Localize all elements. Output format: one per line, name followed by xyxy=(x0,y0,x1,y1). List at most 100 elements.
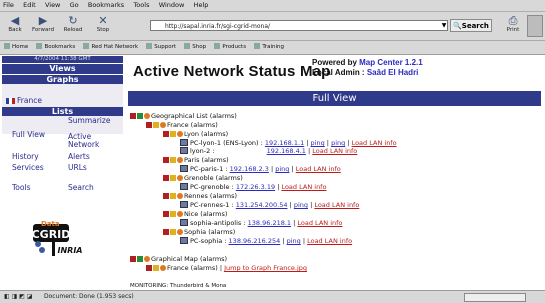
sidebar-item-active-network[interactable]: Active Network xyxy=(68,133,120,149)
menu-window[interactable]: Window xyxy=(159,0,185,11)
load-lan-info-link[interactable]: Load LAN info xyxy=(314,201,359,209)
load-lan-info-link[interactable]: Load LAN info xyxy=(297,219,342,227)
load-lan-info-link[interactable]: Load LAN info xyxy=(296,165,341,173)
host-ip-link[interactable]: 192.168.4.1 xyxy=(267,147,306,155)
forward-button[interactable]: ▶ Forward xyxy=(30,14,56,38)
back-button[interactable]: ◀ Back xyxy=(2,14,28,38)
section-header: Full View xyxy=(128,91,541,106)
computer-icon xyxy=(180,165,188,172)
sidebar-item-urls[interactable]: URLs xyxy=(68,163,87,172)
status-text: Document: Done (1.953 secs) xyxy=(44,293,134,300)
tree-node-sophia: Sophia (alarms) xyxy=(163,228,235,236)
tree-graphical-map: Graphical Map (alarms) xyxy=(130,255,227,263)
graphs-header[interactable]: Graphs xyxy=(2,75,123,84)
alarm-yellow-icon xyxy=(170,211,176,217)
france-flag-icon xyxy=(6,98,15,104)
forward-label: Forward xyxy=(31,27,55,33)
computer-icon xyxy=(180,183,188,190)
print-button[interactable]: ⎙ Print xyxy=(500,14,526,38)
load-lan-info-link[interactable]: Load LAN info xyxy=(281,183,326,191)
url-dropdown-icon[interactable]: ▼ xyxy=(441,21,447,30)
stop-button[interactable]: ✕ Stop xyxy=(90,14,116,38)
stop-icon: ✕ xyxy=(98,14,108,27)
bookmark-redhat[interactable]: Red Hat Network xyxy=(83,41,138,54)
globe-icon xyxy=(144,113,150,119)
sidebar-item-full-view[interactable]: Full View xyxy=(12,130,45,139)
alarm-red-icon xyxy=(146,265,152,271)
map-center-link[interactable]: Map Center 1.2.1 xyxy=(359,58,423,67)
tree-root: Geographical List (alarms) xyxy=(130,112,237,120)
tree-france-map: France (alarms) | Jump to Graph France.j… xyxy=(146,264,307,272)
globe-icon xyxy=(177,193,183,199)
host-ip-link[interactable]: 192.168.1.1 xyxy=(265,139,304,147)
menu-bookmarks[interactable]: Bookmarks xyxy=(88,0,124,11)
globe-icon xyxy=(160,122,166,128)
sidebar-item-tools[interactable]: Tools xyxy=(12,183,30,192)
local-admin: Local Admin : Saâd El Hadri xyxy=(312,68,418,77)
jump-to-graph-link[interactable]: Jump to Graph France.jpg xyxy=(224,264,307,272)
search-button[interactable]: 🔍Search xyxy=(450,19,492,32)
tree-node-grenoble: Grenoble (alarms) xyxy=(163,174,243,182)
bookmark-support[interactable]: Support xyxy=(146,41,176,54)
bookmark-products[interactable]: Products xyxy=(214,41,246,54)
stop-label: Stop xyxy=(96,27,110,33)
ping-link[interactable]: ping xyxy=(275,165,289,173)
tree-host-lyon-2: lyon-2 : 192.168.4.1 | Load LAN info xyxy=(180,147,357,155)
globe-icon xyxy=(177,175,183,181)
bookmark-bookmarks[interactable]: Bookmarks xyxy=(36,41,75,54)
search-label: Search xyxy=(461,22,489,30)
computer-icon xyxy=(180,237,188,244)
bookmark-home[interactable]: Home xyxy=(4,41,28,54)
sidebar-item-france[interactable]: France xyxy=(17,96,42,105)
menu-file[interactable]: File xyxy=(3,0,14,11)
ping-link[interactable]: ping xyxy=(331,139,345,147)
sidebar-item-services[interactable]: Services xyxy=(12,163,44,172)
reload-button[interactable]: ↻ Reload xyxy=(60,14,86,38)
load-lan-info-link[interactable]: Load LAN info xyxy=(352,139,397,147)
globe-icon xyxy=(177,211,183,217)
load-lan-info-link[interactable]: Load LAN info xyxy=(312,147,357,155)
alarm-yellow-icon xyxy=(170,131,176,137)
admin-link[interactable]: Saâd El Hadri xyxy=(367,68,419,77)
views-header: Views xyxy=(2,64,123,74)
ping-link[interactable]: ping xyxy=(311,139,325,147)
bookmark-training[interactable]: Training xyxy=(254,41,284,54)
alarm-red-icon xyxy=(146,122,152,128)
computer-icon xyxy=(180,219,188,226)
bookmark-shop[interactable]: Shop xyxy=(184,41,206,54)
globe-icon xyxy=(177,229,183,235)
sidebar-item-alerts[interactable]: Alerts xyxy=(68,152,90,161)
menu-edit[interactable]: Edit xyxy=(23,0,36,11)
load-lan-info-link[interactable]: Load LAN info xyxy=(307,237,352,245)
inria-logo: INRIA xyxy=(35,241,83,256)
host-ip-link[interactable]: 138.96.218.1 xyxy=(248,219,291,227)
sidebar-item-history[interactable]: History xyxy=(12,152,39,161)
url-input[interactable]: http://sapal.inria.fr/sgi-cgrid-mona/ xyxy=(150,20,448,31)
computer-icon xyxy=(180,201,188,208)
host-ip-link[interactable]: 172.26.3.19 xyxy=(236,183,275,191)
admin-prefix: Local Admin : xyxy=(312,68,365,77)
menu-tools[interactable]: Tools xyxy=(133,0,149,11)
ping-link[interactable]: ping xyxy=(287,237,301,245)
menu-help[interactable]: Help xyxy=(194,0,209,11)
alarm-red-icon xyxy=(163,175,169,181)
alarm-yellow-icon xyxy=(170,193,176,199)
browser-throbber-icon xyxy=(527,15,543,37)
svg-text:INRIA: INRIA xyxy=(58,246,83,255)
host-ip-link[interactable]: 192.168.2.3 xyxy=(230,165,269,173)
globe-icon xyxy=(160,265,166,271)
sidebar-item-search[interactable]: Search xyxy=(68,183,94,192)
bookmarks-toolbar: Home Bookmarks Red Hat Network Support S… xyxy=(0,41,545,55)
powered-by: Powered by Map Center 1.2.1 xyxy=(312,58,423,67)
sidebar-item-summarize[interactable]: Summarize xyxy=(68,117,120,125)
ping-link[interactable]: ping xyxy=(294,201,308,209)
page-title: Active Network Status Map xyxy=(133,63,331,80)
footer-note: MONITORING: Thunderbird & Mona xyxy=(130,283,227,289)
alarm-red-icon xyxy=(130,113,136,119)
bookmark-icon xyxy=(83,43,90,49)
host-ip-link[interactable]: 138.96.216.254 xyxy=(229,237,281,245)
progress-bar xyxy=(464,293,526,302)
host-ip-link[interactable]: 131.254.200.54 xyxy=(236,201,288,209)
menu-go[interactable]: Go xyxy=(70,0,79,11)
menu-view[interactable]: View xyxy=(45,0,60,11)
